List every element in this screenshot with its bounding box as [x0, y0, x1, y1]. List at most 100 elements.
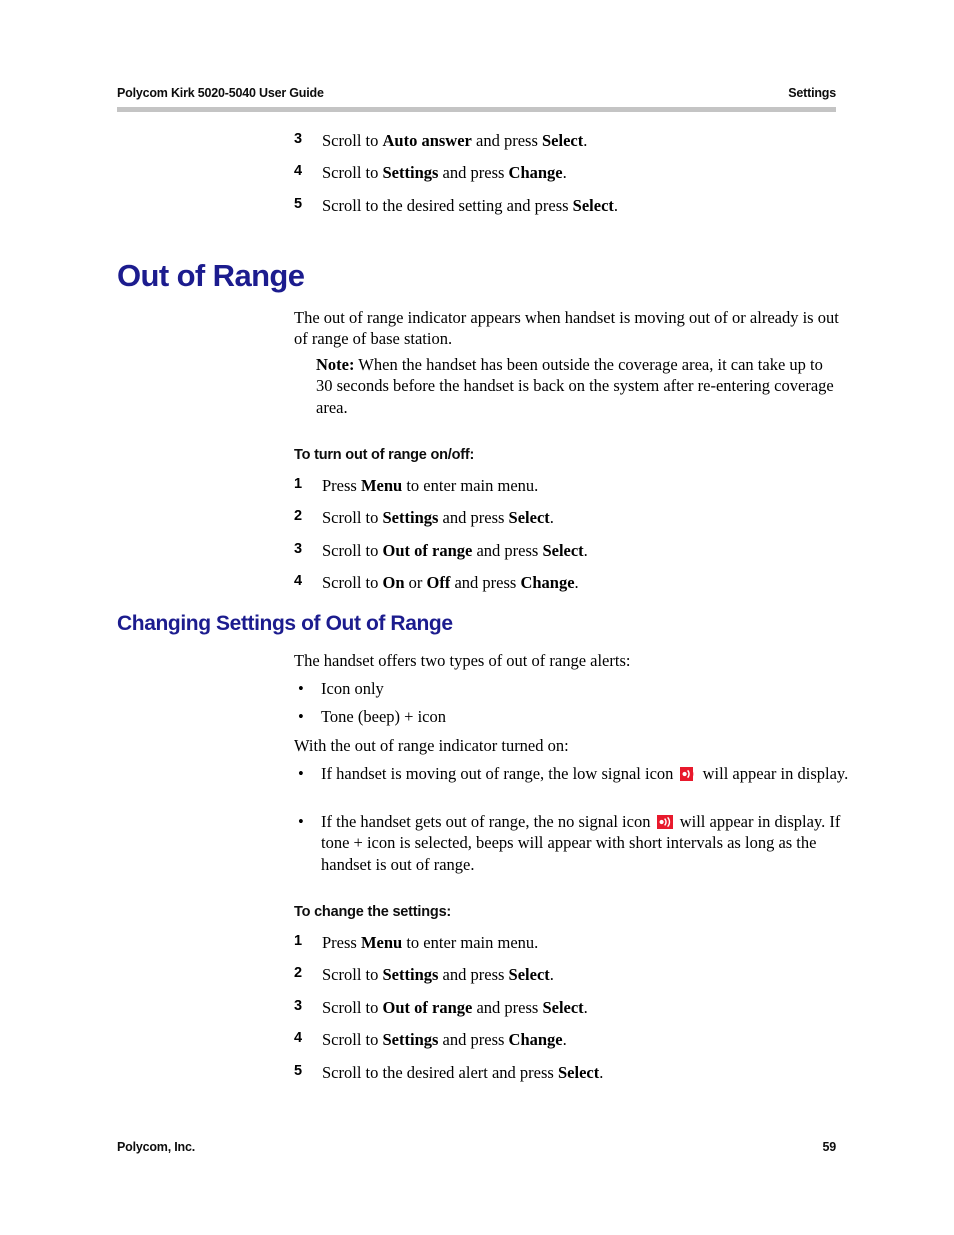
step-text-run: and press: [472, 997, 543, 1017]
alert-type-label: Tone (beep) + icon: [321, 707, 446, 726]
step-text: Scroll to the desired alert and press Se…: [322, 1063, 603, 1082]
step-text-run: or: [404, 573, 427, 593]
emphasis-term: Select: [542, 540, 584, 560]
low-signal-text-before: If handset is moving out of range, the l…: [321, 764, 674, 783]
continued-steps-list: 3 Scroll to Auto answer and press Select.…: [294, 130, 854, 227]
step-text-run: Scroll to: [322, 573, 383, 593]
step-text-run: .: [583, 540, 588, 560]
list-item: • Icon only: [294, 678, 866, 699]
step-text-run: .: [583, 997, 588, 1017]
footer-company: Polycom, Inc.: [117, 1140, 195, 1154]
step-text-run: and press: [450, 573, 521, 593]
step-text-run: and press: [438, 1030, 509, 1050]
bullet-glyph: •: [298, 707, 304, 726]
step-text: Scroll to Settings and press Change.: [322, 163, 567, 182]
no-signal-icon: [656, 814, 674, 830]
emphasis-term: Select: [508, 965, 550, 985]
step-text-run: .: [549, 508, 554, 528]
step-text-run: .: [599, 1062, 604, 1082]
step-text-run: Scroll to: [322, 540, 383, 560]
step-text-run: and press: [438, 965, 509, 985]
list-item: 3 Scroll to Out of range and press Select…: [294, 997, 854, 1018]
step-text-run: and press: [471, 131, 542, 150]
list-item-low-signal: • If handset is moving out of range, the…: [294, 763, 866, 784]
step-text: Scroll to On or Off and press Change.: [322, 573, 579, 592]
page-header: Polycom Kirk 5020-5040 User Guide Settin…: [117, 86, 836, 100]
step-number: 5: [294, 1062, 303, 1079]
step-number: 3: [294, 997, 303, 1014]
list-item: 4 Scroll to On or Off and press Change.: [294, 572, 854, 593]
out-of-range-intro-paragraph: The out of range indicator appears when …: [294, 308, 839, 349]
step-text-run: Scroll to the desired setting and press: [322, 195, 573, 215]
list-item: 2 Scroll to Settings and press Select.: [294, 507, 854, 528]
document-page: Polycom Kirk 5020-5040 User Guide Settin…: [0, 0, 954, 1235]
emphasis-term: Change: [520, 573, 575, 593]
low-signal-text-after: will appear in display.: [702, 764, 849, 783]
emphasis-term: Select: [541, 131, 584, 150]
step-text-run: and press: [438, 163, 509, 183]
note-body: When the handset has been outside the co…: [316, 355, 834, 417]
step-text: Scroll to Settings and press Change.: [322, 1030, 567, 1049]
footer-page-number: 59: [822, 1140, 836, 1154]
bullet-glyph: •: [298, 764, 304, 783]
emphasis-term: Select: [557, 1062, 600, 1082]
step-text-run: Scroll to: [322, 1030, 383, 1050]
emphasis-term: Auto answer: [382, 131, 472, 150]
step-text: Scroll to Out of range and press Select.: [322, 998, 588, 1017]
step-number: 4: [294, 573, 303, 590]
emphasis-term: Menu: [360, 476, 403, 495]
header-rule-divider: [117, 107, 836, 112]
out-of-range-note: Note: When the handset has been outside …: [316, 354, 839, 418]
emphasis-term: Select: [572, 195, 614, 215]
step-text: Scroll to Auto answer and press Select.: [322, 131, 587, 150]
emphasis-term: Off: [426, 573, 451, 593]
emphasis-term: Menu: [360, 933, 403, 952]
emphasis-term: Select: [542, 997, 584, 1017]
step-text-run: .: [549, 965, 554, 985]
step-text: Scroll to Settings and press Select.: [322, 508, 554, 527]
list-item: 4 Scroll to Settings and press Change.: [294, 1029, 854, 1050]
emphasis-term: Change: [508, 1030, 563, 1050]
list-item: 3 Scroll to Auto answer and press Select.: [294, 130, 854, 151]
emphasis-term: Out of range: [382, 997, 473, 1017]
emphasis-term: Change: [508, 163, 563, 183]
step-number: 2: [294, 965, 303, 982]
step-number: 1: [294, 476, 303, 492]
list-item: 5 Scroll to the desired alert and press S…: [294, 1062, 854, 1083]
list-item: • Tone (beep) + icon: [294, 706, 866, 727]
changing-settings-intro-paragraph: The handset offers two types of out of r…: [294, 651, 631, 670]
bullet-glyph: •: [298, 812, 304, 831]
no-signal-text-before: If the handset gets out of range, the no…: [321, 812, 651, 831]
list-item: 3 Scroll to Out of range and press Select…: [294, 540, 854, 561]
emphasis-term: Settings: [382, 1030, 439, 1050]
header-section-title: Settings: [788, 86, 836, 100]
step-text-run: .: [583, 131, 588, 150]
low-signal-icon: [679, 766, 697, 782]
step-text-run: and press: [472, 540, 543, 560]
list-item: 1 Press Menu to enter main menu.: [294, 475, 854, 496]
list-item: 4 Scroll to Settings and press Change.: [294, 162, 854, 183]
list-item: 1 Press Menu to enter main menu.: [294, 932, 854, 953]
procedure-heading-turn-on-off: To turn out of range on/off:: [294, 447, 475, 463]
emphasis-term: On: [382, 573, 405, 593]
step-number: 2: [294, 508, 303, 525]
turn-on-off-steps-list: 1 Press Menu to enter main menu. 2 Scroll t…: [294, 475, 854, 605]
emphasis-term: Out of range: [382, 540, 473, 560]
list-item: 2 Scroll to Settings and press Select.: [294, 964, 854, 985]
step-text-run: Press: [322, 476, 361, 495]
page-footer: Polycom, Inc. 59: [117, 1140, 836, 1154]
step-text-run: and press: [438, 508, 509, 528]
header-document-title: Polycom Kirk 5020-5040 User Guide: [117, 86, 324, 100]
step-text-run: Scroll to the desired alert and press: [322, 1062, 558, 1082]
step-text-run: .: [613, 195, 619, 215]
step-text-run: Scroll to: [322, 508, 383, 528]
step-text-run: .: [574, 573, 579, 593]
step-text: Scroll to Settings and press Select.: [322, 965, 554, 984]
step-text: Press Menu to enter main menu.: [322, 476, 538, 495]
note-label: Note:: [316, 355, 355, 374]
step-number: 4: [294, 1030, 303, 1047]
lead-in-paragraph: With the out of range indicator turned o…: [294, 736, 569, 755]
procedure-heading-change-settings: To change the settings:: [294, 904, 452, 920]
list-item-no-signal: • If the handset gets out of range, the …: [294, 811, 866, 875]
alert-type-label: Icon only: [321, 679, 384, 698]
